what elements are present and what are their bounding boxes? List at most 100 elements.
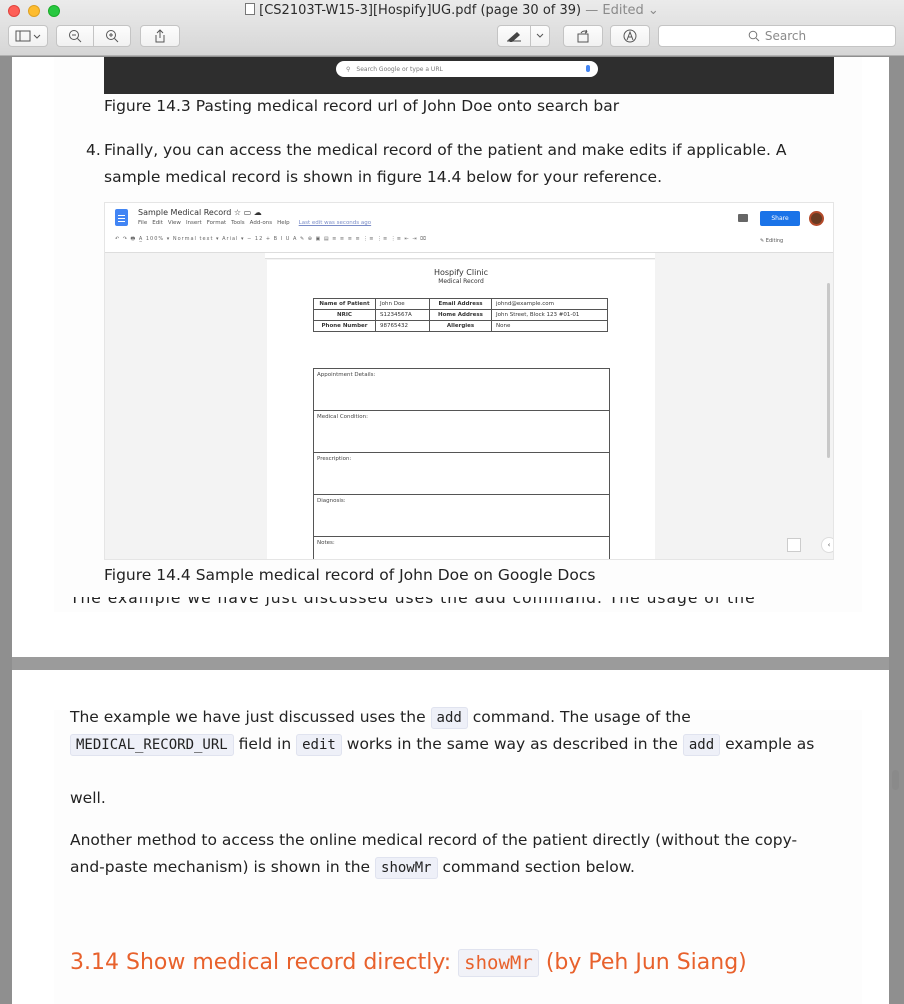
gdocs-share-label: Share xyxy=(771,215,789,222)
browser-screenshot: ⚲ Search Google or type a URL xyxy=(104,57,834,94)
text: command section below. xyxy=(442,858,635,876)
gdocs-menu-view: View xyxy=(167,220,181,226)
window-title-text: [CS2103T-W15-3][Hospify]UG.pdf (page 30 … xyxy=(259,3,582,18)
paragraph-line-2: MEDICAL_RECORD_URL field in edit works i… xyxy=(70,731,814,759)
chevron-left-icon: ‹ xyxy=(821,537,833,553)
page-gap xyxy=(12,657,889,670)
table-cell: Home Address xyxy=(429,309,492,321)
text: example as xyxy=(725,735,815,753)
edited-status[interactable]: — Edited xyxy=(585,3,644,18)
gdocs-editing-mode: ✎ Editing xyxy=(760,238,784,244)
comment-icon xyxy=(738,214,748,222)
window-titlebar: [CS2103T-W15-3][Hospify]UG.pdf (page 30 … xyxy=(0,0,904,56)
table-cell: John Street, Block 123 #01-01 xyxy=(491,309,608,321)
pdf-page-30: ⚲ Search Google or type a URL Figure 14.… xyxy=(12,57,889,657)
gdocs-toolbar: ↶ ↷ 🖶 A̲ 100% ▾ Normal text ▾ Arial ▾ − … xyxy=(115,236,830,244)
text: and-paste mechanism) is shown in the xyxy=(70,858,371,876)
table-cell: Phone Number xyxy=(313,320,376,332)
search-icon xyxy=(748,30,760,42)
sidebar-toggle-button[interactable] xyxy=(8,25,48,47)
pdf-page-31: The example we have just discussed uses … xyxy=(12,670,889,1004)
share-icon xyxy=(155,29,165,43)
gdocs-menu-file: File xyxy=(138,220,148,226)
gdocs-toolbar-icons: ↶ ↷ 🖶 A̲ 100% ▾ Normal text ▾ Arial ▾ − … xyxy=(115,236,427,242)
step-number: 4. xyxy=(86,141,101,159)
gdocs-doc-title-text: Sample Medical Record xyxy=(138,208,232,217)
inline-code: edit xyxy=(296,734,342,756)
gdocs-last-edit: Last edit was seconds ago xyxy=(298,220,372,226)
diagnosis-box: Diagnosis: xyxy=(313,494,610,537)
gdocs-menu-help: Help xyxy=(277,220,290,226)
notes-box: Notes: xyxy=(313,536,610,559)
pdf-document-icon xyxy=(245,3,256,15)
medical-condition-box: Medical Condition: xyxy=(313,410,610,453)
annotate-pen-icon xyxy=(623,29,637,43)
paragraph-line-3: well. xyxy=(70,789,106,807)
text: command. The usage of the xyxy=(472,708,691,726)
appointment-details-box: Appointment Details: xyxy=(313,368,610,411)
table-row: NRIC S1234567A Home Address John Street,… xyxy=(313,309,608,321)
search-field[interactable]: Search xyxy=(658,25,896,47)
inline-code: add xyxy=(430,707,468,729)
browser-search-bar: ⚲ Search Google or type a URL xyxy=(336,61,598,77)
table-cell: 98765432 xyxy=(375,320,430,332)
gdocs-header: Sample Medical Record ☆ ▭ ☁ File Edit Vi… xyxy=(105,203,833,253)
markup-button[interactable] xyxy=(497,25,531,47)
microphone-icon xyxy=(586,65,590,72)
rotate-button[interactable] xyxy=(563,25,603,47)
annotate-button[interactable] xyxy=(610,25,650,47)
inline-code: MEDICAL_RECORD_URL xyxy=(70,734,234,756)
gdocs-menu-edit: Edit xyxy=(152,220,163,226)
figure-14-4-caption: Figure 14.4 Sample medical record of Joh… xyxy=(104,566,596,584)
clipped-text-line: The example we have just discussed uses … xyxy=(70,597,830,611)
markup-menu-button[interactable] xyxy=(530,25,550,47)
gdocs-menu: File Edit View Insert Format Tools Add-o… xyxy=(138,220,371,226)
search-placeholder: Search xyxy=(764,29,807,43)
table-cell: johnd@example.com xyxy=(491,298,608,310)
sidebar-icon xyxy=(15,30,41,42)
table-cell: Email Address xyxy=(429,298,492,310)
zoom-out-icon xyxy=(69,30,82,43)
table-row: Name of Patient John Doe Email Address j… xyxy=(313,298,608,310)
chevron-down-icon xyxy=(536,33,544,38)
heading-text: 3.14 Show medical record directly: xyxy=(70,950,452,975)
heading-inline-code: showMr xyxy=(458,949,539,977)
avatar xyxy=(809,211,824,226)
gdocs-ruler xyxy=(265,253,655,259)
share-button[interactable] xyxy=(140,25,180,47)
gdocs-menu-format: Format xyxy=(206,220,227,226)
text: The example we have just discussed uses … xyxy=(70,708,426,726)
inline-code: showMr xyxy=(375,857,438,879)
rotate-icon xyxy=(577,29,589,43)
vertical-scrollbar-thumb[interactable] xyxy=(892,770,899,790)
gdocs-record-subtitle: Medical Record xyxy=(438,278,484,285)
search-icon: ⚲ xyxy=(346,65,351,73)
browser-search-placeholder: Search Google or type a URL xyxy=(356,65,443,73)
gdocs-menu-tools: Tools xyxy=(231,220,245,226)
pen-markup-icon xyxy=(507,32,521,42)
docs-logo-icon xyxy=(115,209,128,226)
zoom-out-button[interactable] xyxy=(56,25,94,47)
paragraph-line-1: The example we have just discussed uses … xyxy=(70,704,691,732)
table-cell: Allergies xyxy=(429,320,492,332)
figure-14-3-caption: Figure 14.3 Pasting medical record url o… xyxy=(104,97,620,115)
folder-icon: ▭ xyxy=(243,208,252,217)
table-cell: John Doe xyxy=(375,298,430,310)
google-docs-screenshot: Sample Medical Record ☆ ▭ ☁ File Edit Vi… xyxy=(104,202,834,560)
text: works in the same way as described in th… xyxy=(346,735,678,753)
table-cell: NRIC xyxy=(313,309,376,321)
zoom-in-button[interactable] xyxy=(93,25,131,47)
window-title: [CS2103T-W15-3][Hospify]UG.pdf (page 30 … xyxy=(0,3,904,18)
prescription-box: Prescription: xyxy=(313,452,610,495)
heading-author: (by Peh Jun Siang) xyxy=(545,950,747,975)
table-cell: S1234567A xyxy=(375,309,430,321)
gdocs-doc-title: Sample Medical Record ☆ ▭ ☁ xyxy=(138,208,262,217)
clipped-text: The example we have just discussed uses … xyxy=(70,597,756,607)
chevron-down-icon[interactable]: ⌄ xyxy=(644,3,659,18)
section-heading: 3.14 Show medical record directly: showM… xyxy=(70,949,747,977)
star-icon: ☆ xyxy=(233,208,242,217)
table-cell: Name of Patient xyxy=(313,298,376,310)
patient-info-table: Name of Patient John Doe Email Address j… xyxy=(313,298,608,332)
gdocs-page: Hospify Clinic Medical Record Name of Pa… xyxy=(267,260,655,559)
gdocs-scrollbar xyxy=(827,283,830,458)
